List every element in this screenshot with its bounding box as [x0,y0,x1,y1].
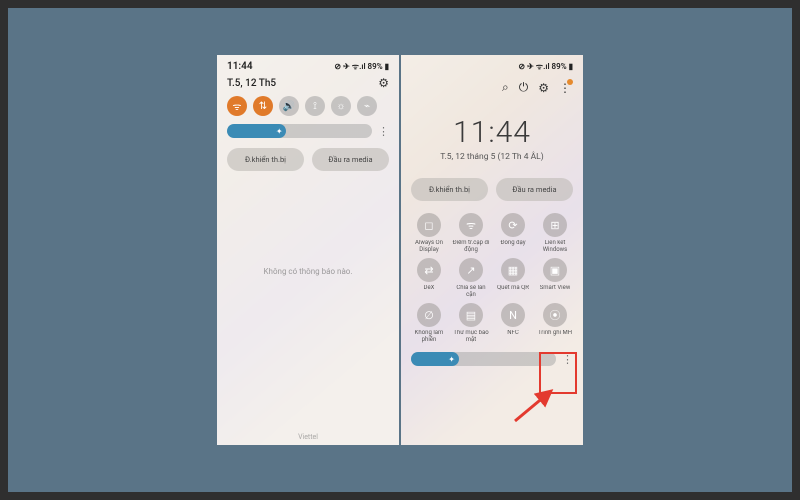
qs-tile-label: Liên kết Windows [535,240,575,254]
qs-tile[interactable]: ▣ Smart View [535,258,575,299]
device-control-button[interactable]: Đ.khiển th.bị [227,148,304,171]
brightness-slider[interactable]: ⋮ [401,348,583,370]
more-icon[interactable]: ⋮ [562,353,573,366]
qs-tile[interactable]: ▤ Thư mục bảo mật [451,303,491,344]
qs-tile-icon: ⟳ [501,213,525,237]
wifi-toggle[interactable]: ᯤ [227,96,247,116]
chip-row: Đ.khiển th.bị Đầu ra media [217,142,399,177]
media-output-button[interactable]: Đầu ra media [312,148,389,171]
slider-thumb-icon[interactable] [272,124,286,138]
slider-track[interactable] [411,352,556,366]
chip-row: Đ.khiển th.bị Đầu ra media [401,172,583,207]
no-notifications-text: Không có thông báo nào. [217,267,399,276]
clock-time: 11:44 [401,115,583,150]
qs-tile-label: Trình ghi MH [538,330,572,344]
settings-icon[interactable]: ⚙ [538,81,549,95]
phone-left: 11:44 ⊘ ✈ ᯤ.ıl 89% ▮ T.5, 12 Th5 ⚙ ᯤ ⇅ 🔊… [217,55,399,445]
status-indicators: ⊘ ✈ ᯤ.ıl 89% ▮ [518,61,573,72]
qs-tile-icon: ᯤ [459,213,483,237]
qs-tile-icon: ▣ [543,258,567,282]
qs-tile-icon: ⊞ [543,213,567,237]
clock-date: T.5, 12 tháng 5 (12 Th 4 ÂL) [401,152,583,162]
phone-right: ⊘ ✈ ᯤ.ıl 89% ▮ ⌕ ⏻ ⚙ ⋮ 11:44 T.5, 12 thá… [401,55,583,445]
quick-toggle-row: ᯤ ⇅ 🔊 ⟟ ☼ ⌁ [217,92,399,120]
search-icon[interactable]: ⌕ [502,80,509,95]
qs-tile-label: Đồng dậy [500,240,525,254]
qs-tile-icon: ◻ [417,213,441,237]
qs-tile[interactable]: ▦ Quét mã QR [493,258,533,299]
more-icon[interactable]: ⋮ [559,81,571,95]
qs-tile[interactable]: ᯤ Điểm tr.cập di động [451,213,491,254]
qs-tile-icon: ⇄ [417,258,441,282]
quick-panel-header: T.5, 12 Th5 ⚙ [217,74,399,92]
location-toggle[interactable]: ⟟ [305,96,325,116]
qs-tile-label: NFC [507,330,519,344]
settings-icon[interactable]: ⚙ [378,76,389,90]
qs-tile-label: Smart View [540,285,571,299]
device-control-button[interactable]: Đ.khiển th.bị [411,178,488,201]
qs-tile[interactable]: ↗ Chia sẻ lân cận [451,258,491,299]
quick-settings-grid: ◻ Always On Display ᯤ Điểm tr.cập di động ⟳ Đ… [401,207,583,348]
qs-tile-icon: N [501,303,525,327]
stage: 11:44 ⊘ ✈ ᯤ.ıl 89% ▮ T.5, 12 Th5 ⚙ ᯤ ⇅ 🔊… [8,8,792,492]
expanded-top-icons: ⌕ ⏻ ⚙ ⋮ [401,74,583,101]
quick-panel-date: T.5, 12 Th5 [227,78,276,89]
power-icon[interactable]: ⏻ [519,80,529,95]
qs-tile[interactable]: ⦿ Trình ghi MH [535,303,575,344]
status-indicators: ⊘ ✈ ᯤ.ıl 89% ▮ [334,61,389,72]
qs-tile-icon: ▦ [501,258,525,282]
qs-tile-label: DeX [424,285,435,299]
carrier-label: Viettel [217,433,399,441]
status-bar: 11:44 ⊘ ✈ ᯤ.ıl 89% ▮ [217,55,399,74]
slider-track[interactable] [227,124,372,138]
qs-tile-label: Chia sẻ lân cận [451,285,491,299]
brightness-slider[interactable]: ⋮ [217,120,399,142]
sound-toggle[interactable]: 🔊 [279,96,299,116]
qs-tile[interactable]: N NFC [493,303,533,344]
qs-tile-label: Always On Display [409,240,449,254]
qs-tile-label: Không làm phiền [409,330,449,344]
qs-tile[interactable]: ∅ Không làm phiền [409,303,449,344]
qs-tile-icon: ⦿ [543,303,567,327]
status-bar: ⊘ ✈ ᯤ.ıl 89% ▮ [401,55,583,74]
media-output-button[interactable]: Đầu ra media [496,178,573,201]
qs-tile-icon: ↗ [459,258,483,282]
qs-tile-icon: ∅ [417,303,441,327]
clock-block: 11:44 T.5, 12 tháng 5 (12 Th 4 ÂL) [401,115,583,162]
qs-tile-label: Quét mã QR [497,285,529,299]
qs-tile[interactable]: ⟳ Đồng dậy [493,213,533,254]
brightness-toggle[interactable]: ☼ [331,96,351,116]
slider-thumb-icon[interactable] [445,352,459,366]
flashlight-toggle[interactable]: ⌁ [357,96,377,116]
qs-tile-label: Điểm tr.cập di động [451,240,491,254]
qs-tile[interactable]: ⊞ Liên kết Windows [535,213,575,254]
data-toggle[interactable]: ⇅ [253,96,273,116]
qs-tile[interactable]: ⇄ DeX [409,258,449,299]
qs-tile-label: Thư mục bảo mật [451,330,491,344]
more-icon[interactable]: ⋮ [378,125,389,138]
qs-tile-icon: ▤ [459,303,483,327]
status-time: 11:44 [227,61,253,72]
qs-tile[interactable]: ◻ Always On Display [409,213,449,254]
